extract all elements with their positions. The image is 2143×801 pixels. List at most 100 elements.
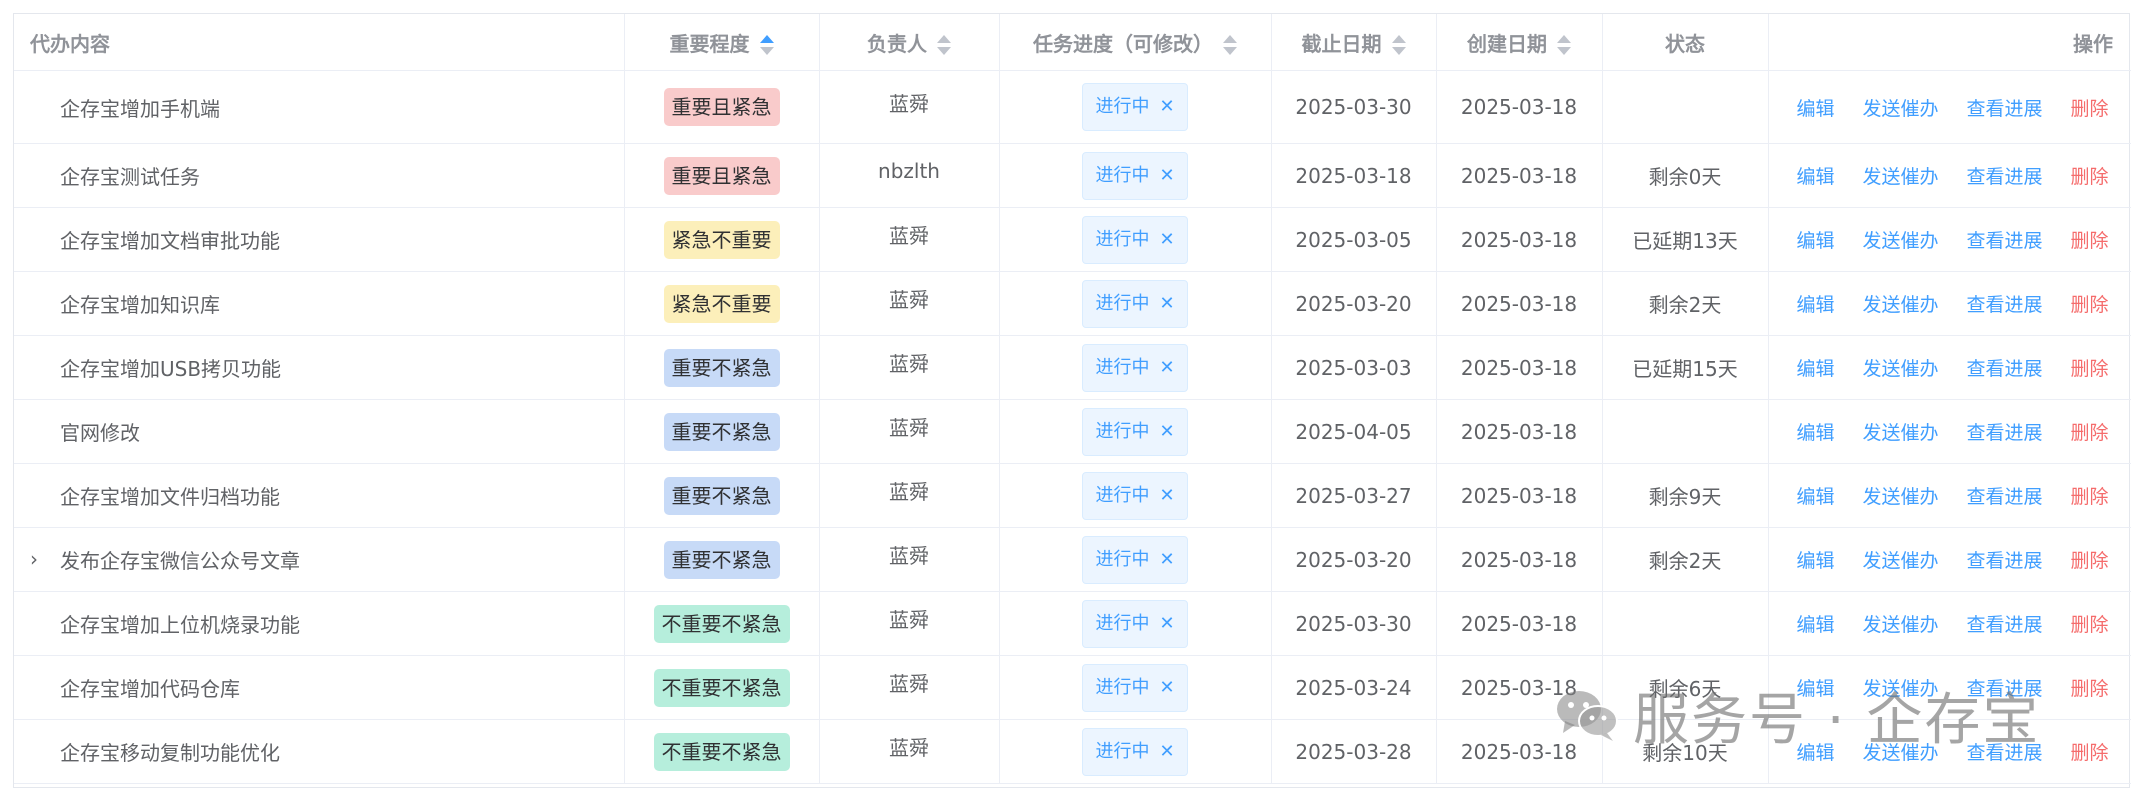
cell-status: 已延期13天 (1602, 207, 1769, 272)
task-content: 企存宝移动复制功能优化 (60, 741, 280, 765)
progress-tag[interactable]: 进行中 ✕ (1082, 343, 1188, 392)
sort-icon[interactable] (1557, 34, 1571, 56)
close-icon[interactable]: ✕ (1159, 229, 1174, 250)
send-reminder-link[interactable]: 发送催办 (1863, 166, 1939, 188)
view-progress-link[interactable]: 查看进展 (1967, 678, 2043, 700)
edit-link[interactable]: 编辑 (1797, 678, 1835, 700)
delete-link[interactable]: 删除 (2071, 358, 2109, 380)
cell-deadline: 2025-03-20 (1271, 527, 1437, 592)
delete-link[interactable]: 删除 (2071, 614, 2109, 636)
delete-link[interactable]: 删除 (2071, 294, 2109, 316)
edit-link[interactable]: 编辑 (1797, 550, 1835, 572)
send-reminder-link[interactable]: 发送催办 (1863, 98, 1939, 120)
cell-status: 剩余9天 (1602, 463, 1769, 528)
send-reminder-link[interactable]: 发送催办 (1863, 550, 1939, 572)
progress-tag[interactable]: 进行中 ✕ (1082, 535, 1188, 584)
close-icon[interactable]: ✕ (1159, 613, 1174, 634)
close-icon[interactable]: ✕ (1159, 421, 1174, 442)
sort-icon[interactable] (759, 34, 774, 56)
delete-link[interactable]: 删除 (2071, 486, 2109, 508)
close-icon[interactable]: ✕ (1159, 357, 1174, 378)
cell-progress: 进行中 ✕ (999, 207, 1272, 272)
close-icon[interactable]: ✕ (1159, 677, 1174, 698)
view-progress-link[interactable]: 查看进展 (1967, 358, 2043, 380)
header-created[interactable]: 创建日期 (1436, 14, 1603, 71)
view-progress-link[interactable]: 查看进展 (1967, 98, 2043, 120)
delete-link[interactable]: 删除 (2071, 98, 2109, 120)
progress-tag[interactable]: 进行中 ✕ (1082, 83, 1188, 131)
delete-link[interactable]: 删除 (2071, 678, 2109, 700)
cell-content: 官网修改 (14, 399, 625, 464)
send-reminder-link[interactable]: 发送催办 (1863, 678, 1939, 700)
edit-link[interactable]: 编辑 (1797, 486, 1835, 508)
send-reminder-link[interactable]: 发送催办 (1863, 742, 1939, 764)
edit-link[interactable]: 编辑 (1797, 294, 1835, 316)
send-reminder-link[interactable]: 发送催办 (1863, 294, 1939, 316)
delete-link[interactable]: 删除 (2071, 742, 2109, 764)
view-progress-link[interactable]: 查看进展 (1967, 230, 2043, 252)
header-progress[interactable]: 任务进度（可修改） (999, 14, 1272, 71)
sort-icon[interactable] (1391, 34, 1406, 56)
edit-link[interactable]: 编辑 (1797, 742, 1835, 764)
view-progress-link[interactable]: 查看进展 (1967, 166, 2043, 188)
view-progress-link[interactable]: 查看进展 (1967, 294, 2043, 316)
edit-link[interactable]: 编辑 (1797, 614, 1835, 636)
cell-owner: nbzlth (819, 143, 1000, 208)
cell-progress: 进行中 ✕ (999, 655, 1272, 720)
cell-owner: 蓝舜 (819, 335, 1000, 400)
priority-tag: 紧急不重要 (663, 220, 780, 259)
header-owner[interactable]: 负责人 (819, 14, 1000, 71)
send-reminder-link[interactable]: 发送催办 (1863, 486, 1939, 508)
progress-tag[interactable]: 进行中 ✕ (1082, 471, 1188, 520)
progress-tag[interactable]: 进行中 ✕ (1082, 151, 1188, 200)
cell-importance: 重要且紧急 (624, 70, 820, 144)
send-reminder-link[interactable]: 发送催办 (1863, 422, 1939, 444)
sort-icon[interactable] (1223, 34, 1237, 56)
edit-link[interactable]: 编辑 (1797, 230, 1835, 252)
view-progress-link[interactable]: 查看进展 (1967, 486, 2043, 508)
cell-deadline: 2025-04-05 (1271, 399, 1437, 464)
view-progress-link[interactable]: 查看进展 (1967, 422, 2043, 444)
progress-tag[interactable]: 进行中 ✕ (1082, 407, 1188, 456)
close-icon[interactable]: ✕ (1159, 741, 1174, 762)
send-reminder-link[interactable]: 发送催办 (1863, 358, 1939, 380)
view-progress-link[interactable]: 查看进展 (1967, 550, 2043, 572)
progress-tag[interactable]: 进行中 ✕ (1082, 727, 1188, 776)
view-progress-link[interactable]: 查看进展 (1967, 614, 2043, 636)
header-status-label: 状态 (1665, 31, 1705, 56)
header-status: 状态 (1602, 14, 1769, 71)
edit-link[interactable]: 编辑 (1797, 98, 1835, 120)
delete-link[interactable]: 删除 (2071, 230, 2109, 252)
close-icon[interactable]: ✕ (1159, 485, 1174, 506)
header-deadline[interactable]: 截止日期 (1271, 14, 1437, 71)
close-icon[interactable]: ✕ (1159, 293, 1174, 314)
task-content: 企存宝增加手机端 (60, 96, 220, 121)
header-importance[interactable]: 重要程度 (624, 14, 820, 71)
progress-tag[interactable]: 进行中 ✕ (1082, 599, 1188, 648)
task-content: 企存宝增加知识库 (60, 293, 220, 317)
close-icon[interactable]: ✕ (1159, 165, 1174, 186)
send-reminder-link[interactable]: 发送催办 (1863, 614, 1939, 636)
edit-link[interactable]: 编辑 (1797, 422, 1835, 444)
cell-content: 企存宝增加USB拷贝功能 (14, 335, 625, 400)
edit-link[interactable]: 编辑 (1797, 166, 1835, 188)
delete-link[interactable]: 删除 (2071, 166, 2109, 188)
progress-tag[interactable]: 进行中 ✕ (1082, 215, 1188, 264)
table-header-row: 代办内容 重要程度 负责人 任务进度（可修改） 截止日期 创建日期 状态 操作 (14, 14, 2131, 71)
delete-link[interactable]: 删除 (2071, 422, 2109, 444)
progress-tag[interactable]: 进行中 ✕ (1082, 279, 1188, 328)
close-icon[interactable]: ✕ (1159, 549, 1174, 570)
expand-chevron-icon[interactable]: › (30, 546, 38, 570)
cell-owner: 蓝舜 (819, 655, 1000, 720)
progress-tag[interactable]: 进行中 ✕ (1082, 663, 1188, 712)
table-row: 企存宝增加代码仓库 不重要不紧急 蓝舜 进行中 ✕ 2025-03-24 2025-03-1… (14, 655, 2131, 720)
table-row: 企存宝增加文档审批功能 紧急不重要 蓝舜 进行中 ✕ 2025-03-05 2025-03-… (14, 207, 2131, 272)
edit-link[interactable]: 编辑 (1797, 358, 1835, 380)
priority-tag: 紧急不重要 (663, 284, 780, 323)
delete-link[interactable]: 删除 (2071, 550, 2109, 572)
priority-tag: 不重要不紧急 (653, 604, 790, 643)
close-icon[interactable]: ✕ (1159, 96, 1174, 117)
send-reminder-link[interactable]: 发送催办 (1863, 230, 1939, 252)
view-progress-link[interactable]: 查看进展 (1967, 742, 2043, 764)
sort-icon[interactable] (937, 34, 951, 56)
